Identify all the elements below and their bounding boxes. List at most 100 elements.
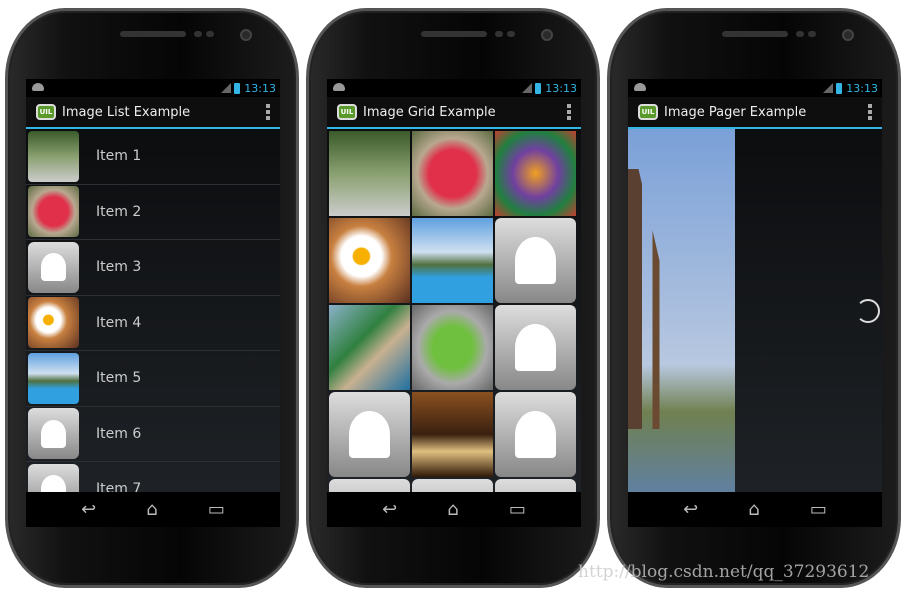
placeholder-image — [495, 479, 576, 492]
battery-icon — [836, 82, 843, 94]
grid-cell[interactable] — [495, 305, 576, 390]
recent-apps-icon[interactable]: ▭ — [810, 499, 827, 520]
list-item-label: Item 1 — [96, 148, 142, 165]
app-logo-icon: UIL — [337, 104, 357, 120]
battery-icon — [234, 82, 241, 94]
front-camera — [240, 29, 252, 41]
sensor — [796, 31, 804, 37]
pager-image[interactable] — [628, 129, 735, 492]
screen: 13:13 UIL Image Grid Example ↩ ⌂ ▭ — [327, 79, 581, 527]
nav-bar: ↩ ⌂ ▭ — [26, 492, 280, 527]
recent-apps-icon[interactable]: ▭ — [208, 499, 225, 520]
grid-cell[interactable] — [329, 218, 410, 303]
list-item-label: Item 4 — [96, 314, 142, 331]
placeholder-image — [495, 218, 576, 303]
placeholder-image — [495, 305, 576, 390]
list-item-label: Item 3 — [96, 259, 142, 276]
nav-bar: ↩ ⌂ ▭ — [628, 492, 882, 527]
image — [329, 131, 410, 216]
thumbnail — [28, 297, 79, 349]
recent-apps-icon[interactable]: ▭ — [509, 499, 526, 520]
grid-cell[interactable] — [495, 131, 576, 216]
list-item[interactable]: Item 4 — [26, 296, 280, 351]
android-notification-icon — [634, 83, 646, 91]
android-notification-icon — [32, 83, 44, 91]
list-item[interactable]: Item 1 — [26, 129, 280, 185]
content — [628, 129, 882, 492]
home-icon[interactable]: ⌂ — [748, 499, 759, 520]
signal-icon — [522, 83, 533, 93]
list-item[interactable]: Item 2 — [26, 185, 280, 240]
list-item-label: Item 5 — [96, 370, 142, 387]
grid-cell[interactable] — [495, 479, 576, 492]
image — [28, 130, 79, 182]
grid-cell[interactable] — [412, 392, 493, 477]
thumbnail — [28, 463, 79, 492]
image — [329, 305, 410, 390]
list-item[interactable]: Item 3 — [26, 240, 280, 296]
image — [28, 186, 79, 238]
grid-cell[interactable] — [412, 131, 493, 216]
speaker — [722, 31, 788, 37]
grid-cell[interactable] — [329, 479, 410, 492]
grid-cell[interactable] — [495, 392, 576, 477]
sensor — [808, 31, 816, 37]
back-icon[interactable]: ↩ — [382, 499, 397, 520]
screen: 13:13 UIL Image Pager Example ↩ ⌂ ▭ — [628, 79, 882, 527]
overflow-menu-icon[interactable] — [868, 104, 872, 120]
placeholder-image — [329, 479, 410, 492]
phone-2: 13:13 UIL Image Grid Example ↩ ⌂ ▭ — [306, 8, 600, 588]
thumbnail — [28, 186, 79, 238]
grid-cell[interactable] — [412, 479, 493, 492]
placeholder-image — [412, 479, 493, 492]
list-item[interactable]: Item 5 — [26, 351, 280, 407]
placeholder-image — [28, 463, 79, 492]
home-icon[interactable]: ⌂ — [146, 499, 157, 520]
image — [28, 297, 79, 349]
grid-cell[interactable] — [329, 305, 410, 390]
phone-3: 13:13 UIL Image Pager Example ↩ ⌂ ▭ — [607, 8, 901, 588]
placeholder-image — [495, 392, 576, 477]
grid-cell[interactable] — [412, 218, 493, 303]
sensor — [507, 31, 515, 37]
action-bar: UIL Image List Example — [26, 97, 280, 129]
image — [412, 392, 493, 477]
page-title: Image Pager Example — [664, 104, 807, 120]
content — [327, 129, 581, 492]
action-bar: UIL Image Pager Example — [628, 97, 882, 129]
grid-cell[interactable] — [329, 131, 410, 216]
image — [412, 131, 493, 216]
thumbnail — [28, 241, 79, 293]
overflow-menu-icon[interactable] — [567, 104, 571, 120]
page-title: Image List Example — [62, 104, 191, 120]
speaker — [120, 31, 186, 37]
sensor — [206, 31, 214, 37]
list-item-label: Item 2 — [96, 203, 142, 220]
sensor — [495, 31, 503, 37]
placeholder-image — [28, 241, 79, 293]
overflow-menu-icon[interactable] — [266, 104, 270, 120]
page-title: Image Grid Example — [363, 104, 496, 120]
signal-icon — [221, 83, 232, 93]
home-icon[interactable]: ⌂ — [447, 499, 458, 520]
front-camera — [842, 29, 854, 41]
android-notification-icon — [333, 83, 345, 91]
screen: 13:13 UIL Image List Example Item 1 Item 2… — [26, 79, 280, 527]
placeholder-image — [28, 408, 79, 460]
grid-cell[interactable] — [412, 305, 493, 390]
list-item-label: Item 7 — [96, 481, 142, 492]
image — [28, 352, 79, 404]
image — [412, 218, 493, 303]
image — [495, 131, 576, 216]
clock: 13:13 — [846, 81, 878, 95]
list-item[interactable]: Item 6 — [26, 407, 280, 462]
grid-cell[interactable] — [329, 392, 410, 477]
back-icon[interactable]: ↩ — [683, 499, 698, 520]
list-item[interactable]: Item 7 — [26, 462, 280, 492]
nav-bar: ↩ ⌂ ▭ — [327, 492, 581, 527]
clock: 13:13 — [545, 81, 577, 95]
list-item-label: Item 6 — [96, 425, 142, 442]
back-icon[interactable]: ↩ — [81, 499, 96, 520]
grid-cell[interactable] — [495, 218, 576, 303]
thumbnail — [28, 408, 79, 460]
